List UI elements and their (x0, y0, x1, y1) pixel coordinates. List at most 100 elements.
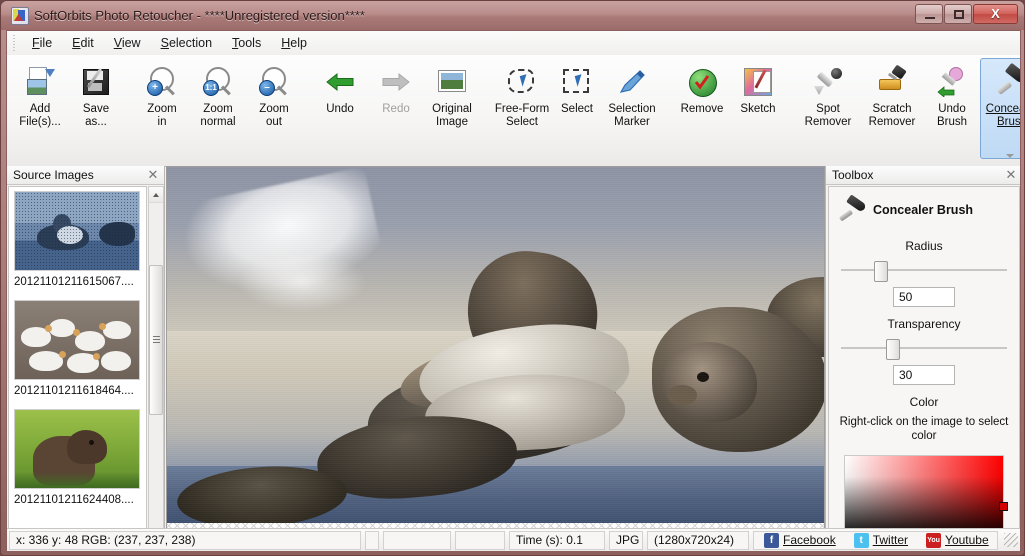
transparency-input[interactable]: 30 (893, 365, 955, 385)
status-cell-empty-3 (455, 530, 505, 550)
free-form-select-button[interactable]: Free-Form Select (490, 58, 554, 159)
facebook-icon: f (764, 532, 779, 548)
photo-preview[interactable] (167, 167, 824, 523)
undo-button[interactable]: Undo (312, 58, 368, 159)
menu-item-selection[interactable]: Selection (151, 33, 222, 53)
selection-marker-button[interactable]: Selection Marker (600, 58, 664, 159)
status-bar: x: 336 y: 48 RGB: (237, 237, 238) Time (… (7, 528, 1020, 551)
remove-icon (685, 65, 719, 99)
close-button[interactable]: X (973, 4, 1018, 24)
toolbar-group-zoom: + Zoom in 1:1 Zoom normal – Zoom out (134, 55, 302, 165)
add-files-label-line1: Add (29, 103, 51, 115)
color-picker[interactable] (844, 455, 1008, 539)
scratch-remover-button[interactable]: Scratch Remover (860, 58, 924, 159)
source-images-panel: Source Images ✕ 20121101211615067.... 20… (7, 166, 165, 551)
minimize-button[interactable] (915, 4, 943, 24)
add-files-button[interactable]: Add File(s)... (12, 58, 68, 159)
toolbox-tool-header: Concealer Brush (829, 187, 1019, 229)
resize-grip-icon[interactable] (1004, 533, 1018, 547)
source-images-caption: Source Images ✕ (7, 166, 164, 185)
save-as-button[interactable]: Save as... (68, 58, 124, 159)
client-area: File Edit View Selection Tools Help Add … (6, 30, 1021, 551)
application-window: SoftOrbits Photo Retoucher - ****Unregis… (0, 0, 1025, 556)
scrollbar-thumb[interactable] (149, 265, 163, 415)
toolbox-close-icon[interactable]: ✕ (1004, 167, 1018, 183)
radius-slider[interactable] (841, 259, 1007, 282)
spot-remover-icon (811, 65, 845, 99)
scratch-remover-icon (875, 64, 909, 99)
social-links: f Facebook t Twitter You Youtube (764, 532, 989, 548)
color-picker-marker[interactable] (999, 502, 1008, 511)
source-images-scrollbar[interactable] (148, 186, 164, 550)
undo-brush-label-line1: Undo (938, 103, 966, 115)
window-title: SoftOrbits Photo Retoucher - ****Unregis… (34, 8, 365, 23)
original-image-label-line2: Image (436, 115, 468, 128)
toolbar: Add File(s)... Save as... + Zoom in 1:1 … (7, 55, 1020, 167)
remove-label: Remove (680, 103, 724, 115)
menu-grip[interactable] (11, 35, 19, 51)
zoom-in-button[interactable]: + Zoom in (134, 58, 190, 159)
remove-button[interactable]: Remove (674, 58, 730, 159)
save-as-icon (79, 65, 113, 99)
image-canvas[interactable] (166, 166, 825, 551)
concealer-brush-button[interactable]: Concealer Brush (980, 58, 1020, 159)
twitter-label: Twitter (872, 533, 909, 547)
twitter-icon: t (853, 532, 869, 548)
chevron-down-icon[interactable] (1004, 150, 1016, 162)
list-item[interactable]: 20121101211615067.... (9, 187, 146, 296)
menu-item-file-rest: ile (39, 36, 53, 50)
original-image-button[interactable]: Original Image (424, 58, 480, 159)
toolbox-tool-name: Concealer Brush (873, 203, 974, 217)
toolbox-panel: Toolbox ✕ Concealer Brush Radius 50 Tran… (825, 166, 1020, 551)
menu-item-tools[interactable]: Tools (222, 33, 271, 53)
toolbox-title: Toolbox (832, 168, 874, 182)
transparency-slider-knob[interactable] (885, 339, 900, 360)
youtube-label: Youtube (945, 533, 989, 547)
redo-label: Redo (382, 103, 410, 115)
menu-item-edit[interactable]: Edit (62, 33, 104, 53)
radius-slider-knob[interactable] (874, 261, 889, 282)
facebook-link[interactable]: f Facebook (764, 532, 836, 548)
app-logo-icon (11, 7, 29, 25)
zoom-normal-button[interactable]: 1:1 Zoom normal (190, 58, 246, 159)
add-files-icon (23, 65, 57, 99)
transparency-slider[interactable] (841, 337, 1007, 360)
maximize-button[interactable] (944, 4, 972, 24)
title-bar: SoftOrbits Photo Retoucher - ****Unregis… (1, 1, 1024, 30)
select-button[interactable]: Select (554, 58, 600, 159)
menu-bar: File Edit View Selection Tools Help (7, 31, 1020, 56)
list-item[interactable]: 20121101211624408.... (9, 405, 146, 514)
source-images-title: Source Images (13, 168, 94, 182)
thumbnail-filename: 20121101211615067.... (14, 276, 134, 288)
radius-input[interactable]: 50 (893, 287, 955, 307)
free-form-select-label-line2: Select (506, 115, 538, 128)
sketch-button[interactable]: Sketch (730, 58, 786, 159)
scroll-up-icon[interactable] (149, 187, 163, 203)
free-form-select-label-line1: Free-Form (494, 103, 550, 115)
sketch-label: Sketch (740, 103, 776, 115)
status-dimensions: (1280x720x24) (647, 530, 749, 550)
menu-item-file[interactable]: File (22, 33, 62, 53)
menu-item-help[interactable]: Help (271, 33, 317, 53)
youtube-link[interactable]: You Youtube (926, 532, 989, 548)
spot-remover-button[interactable]: Spot Remover (796, 58, 860, 159)
twitter-link[interactable]: t Twitter (853, 532, 909, 548)
source-images-list[interactable]: 20121101211615067.... 20121101211618464.… (8, 186, 147, 550)
transparency-label: Transparency (887, 317, 961, 331)
selection-overlay (15, 192, 139, 270)
youtube-icon: You (926, 532, 942, 548)
menu-item-view[interactable]: View (104, 33, 151, 53)
redo-icon (379, 65, 413, 99)
selection-marker-label-line1: Selection (608, 103, 656, 115)
color-label: Color (909, 395, 939, 409)
radius-label: Radius (905, 239, 943, 253)
thumbnail-image (14, 191, 140, 271)
undo-brush-label-line2: Brush (936, 115, 968, 128)
save-as-label-line2: as... (85, 115, 107, 128)
list-item[interactable]: 20121101211618464.... (9, 296, 146, 405)
source-images-close-icon[interactable]: ✕ (146, 167, 160, 183)
redo-button[interactable]: Redo (368, 58, 424, 159)
undo-brush-button[interactable]: Undo Brush (924, 58, 980, 159)
rect-select-icon (560, 65, 594, 99)
zoom-out-button[interactable]: – Zoom out (246, 58, 302, 159)
